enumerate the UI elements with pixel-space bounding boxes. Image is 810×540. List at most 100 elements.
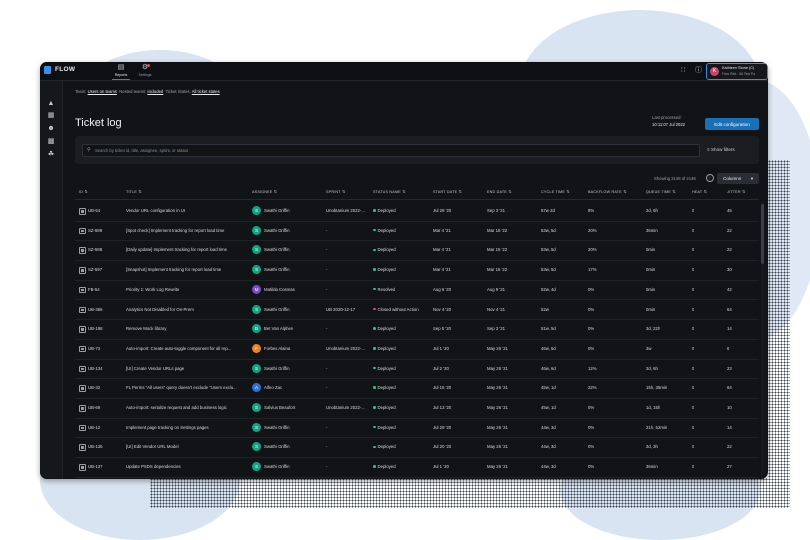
queue-time: 2d, 6h [646, 208, 658, 213]
sort-icon: ⇅ [457, 189, 463, 194]
column-header-assignee[interactable]: ASSIGNEE ⇅ [252, 189, 277, 194]
assignee-avatar: S [252, 225, 261, 235]
top-bar: FLOW ▤ Reports ⚙ Settings ∷ ⓘ K Kathleen… [40, 62, 768, 81]
table-row[interactable]: UB-69 Auto-import: serialize request and … [75, 398, 759, 419]
ticket-id[interactable]: UB-365 [88, 300, 103, 320]
table-row[interactable]: UB-135 [UI] Edit Vendor URL Model S Swathi … [75, 437, 759, 459]
table-row[interactable]: UB-137 Update PSDS dependencies S Swathi Gr… [75, 457, 759, 478]
table-row[interactable]: UB-73 Auto-import: Create auto-toggle com… [75, 339, 759, 360]
sprint: Unobtanium 2022-... [326, 208, 365, 213]
status: Deployed [373, 378, 396, 398]
sort-icon: ⇅ [137, 189, 142, 194]
table-row[interactable]: SZ-599 [Spot check] Implement tracking fo… [75, 221, 759, 242]
table-row[interactable]: UB-365 Analytics Not Disabled for On-Prem… [75, 300, 759, 321]
table-row[interactable]: UB-54 Vendor URL configuration in UI S Swat… [75, 201, 759, 222]
sprint: - [326, 286, 328, 292]
status-dot-icon [373, 209, 376, 212]
ticket-type-icon [79, 286, 86, 294]
assignee-name: Swathi Griffin [264, 306, 290, 312]
ticket-id[interactable]: SZ-598 [88, 240, 102, 260]
ticket-id[interactable]: UB-32 [88, 378, 100, 398]
jitter: 45 [727, 208, 732, 213]
column-header-sprint[interactable]: SPRINT ⇅ [326, 189, 346, 194]
apps-grid-icon[interactable]: ∷ [681, 66, 685, 75]
ticket-id[interactable]: UB-69 [88, 398, 100, 418]
table-row[interactable]: FB-54 Priority 1: Work Log Rewrite M Matild… [75, 280, 759, 301]
table-row[interactable]: UB-12 Implement page tracking on Settings… [75, 418, 759, 439]
ticket-id[interactable]: FB-54 [88, 280, 100, 300]
heat: 0 [692, 345, 695, 351]
ticket-type-icon [79, 464, 86, 471]
ticket-id[interactable]: SZ-599 [88, 221, 102, 241]
sidebar-chart-icon[interactable]: ▩ [46, 137, 56, 147]
scrollbar-thumb[interactable] [761, 204, 764, 264]
column-header-status-name[interactable]: STATUS NAME ⇅ [373, 189, 406, 194]
ticket-id[interactable]: UB-73 [88, 339, 100, 359]
assignee-avatar: A [252, 383, 261, 393]
assignee: A Alfeo Zac [252, 378, 324, 398]
queue-time: 0min [646, 247, 656, 253]
nested-teams-link[interactable]: Included [147, 89, 163, 94]
columns-button[interactable]: Columns ▼ [717, 173, 759, 184]
ticket-id[interactable]: UB-135 [88, 437, 103, 457]
results-count: Showing 2138 of 2138 [654, 176, 696, 181]
column-header-backflow-rate[interactable]: BACKFLOW RATE ⇅ [588, 189, 627, 194]
sidebar-network-icon[interactable]: ☘ [46, 150, 56, 160]
column-header-label: JITTER [727, 190, 741, 194]
ticket-id[interactable]: UB-12 [88, 418, 100, 438]
team-filter-link[interactable]: Users on teams [88, 89, 117, 94]
start-date: Mar 4 '21 [433, 227, 451, 233]
column-header-start-date[interactable]: START DATE ⇅ [433, 189, 462, 194]
ticket-states-label: Ticket States: [165, 89, 191, 94]
status: Deployed [373, 319, 396, 339]
status-label: Deployed [377, 345, 396, 351]
ticket-id[interactable]: UB-54 [88, 201, 100, 221]
heat: 0 [692, 444, 695, 450]
column-header-cycle-time[interactable]: CYCLE TIME ⇅ [541, 189, 570, 194]
ticket-id[interactable]: SZ-597 [88, 260, 102, 280]
column-header-end-date[interactable]: END DATE ⇅ [487, 189, 512, 194]
help-icon[interactable]: ⓘ [695, 66, 702, 75]
column-header-heat[interactable]: HEAT ⇅ [692, 189, 707, 194]
assignee-avatar: S [252, 403, 261, 412]
column-header-jitter[interactable]: JITTER ⇅ [727, 189, 746, 194]
table-row[interactable]: UB-134 [UI] Create Vendor URLs page S Swath… [75, 359, 759, 380]
ticket-id[interactable]: UB-137 [88, 457, 103, 477]
show-filters-button[interactable]: ≡ Show filters [707, 144, 735, 155]
sort-icon: ⇅ [272, 189, 278, 194]
user-menu[interactable]: K Kathleen Stone (C) Flow Pilot - 5A Tes… [706, 63, 768, 80]
table-row[interactable]: UB-198 Remove Mock library B Bet Van Alphen… [75, 319, 759, 340]
backflow-rate: 0% [588, 424, 595, 430]
status: Deployed [373, 221, 396, 241]
cycle-time: 51w, 5d [541, 326, 556, 332]
sidebar-dashboard-icon[interactable]: ▲ [46, 99, 56, 109]
info-icon[interactable]: i [706, 174, 714, 182]
edit-configuration-button[interactable]: Edit configuration [705, 118, 759, 130]
column-header-title[interactable]: TITLE ⇅ [126, 189, 142, 194]
ticket-states-link[interactable]: All ticket states [192, 89, 220, 94]
status-label: Deployed [377, 208, 396, 213]
sidebar-calendar-icon[interactable]: ▦ [46, 111, 56, 121]
chevron-down-icon: ▼ [750, 176, 754, 181]
assignee-avatar: S [252, 442, 261, 452]
backflow-rate: 22% [588, 385, 597, 391]
status-label: Resolved [377, 286, 396, 292]
sidebar-people-icon[interactable]: ☻ [46, 124, 56, 134]
table-row[interactable]: SZ-598 [Daily update] Implement tracking … [75, 240, 759, 262]
column-header-id[interactable]: ID ⇅ [79, 189, 88, 194]
column-header-queue-time[interactable]: QUEUE TIME ⇅ [646, 189, 676, 194]
cycle-time: 53w, 5d [541, 227, 556, 233]
start-date: Jul 28 '20 [433, 208, 452, 213]
sprint: - [326, 247, 328, 253]
sort-icon: ⇅ [83, 189, 88, 194]
nav-reports[interactable]: ▤ Reports [112, 64, 130, 80]
sort-icon: ⇅ [340, 189, 346, 194]
ticket-id[interactable]: UB-198 [88, 319, 103, 339]
ticket-id[interactable]: UB-134 [88, 359, 103, 379]
table-row[interactable]: SZ-597 [Snapshot] Implement tracking for … [75, 260, 759, 281]
search-input[interactable] [95, 147, 685, 154]
header-divider [75, 199, 759, 200]
nav-settings[interactable]: ⚙ Settings [136, 64, 154, 77]
jitter: 42 [727, 286, 732, 292]
table-row[interactable]: UB-32 FL Perms "All users" query doesn't … [75, 378, 759, 399]
